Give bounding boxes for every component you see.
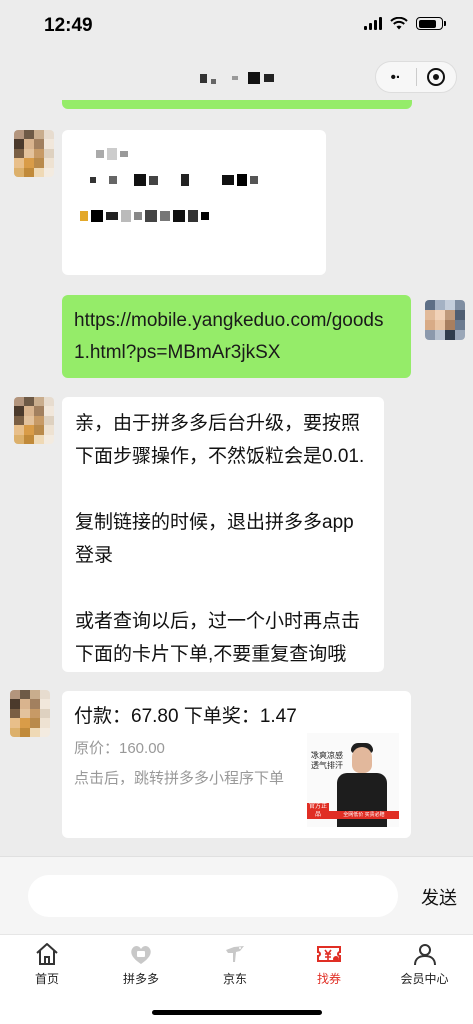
product-card[interactable]: 付款：67.80 下单奖：1.47 原价：160.00 点击后，跳转拼多多小程序… — [62, 691, 411, 838]
avatar[interactable] — [14, 397, 54, 444]
tab-pinduoduo[interactable]: 拼多多 — [94, 941, 188, 987]
close-icon — [427, 68, 446, 86]
tab-home[interactable]: 首页 — [0, 941, 94, 987]
signal-icon — [364, 17, 382, 30]
battery-icon — [416, 17, 446, 30]
card-price: 付款：67.80 下单奖：1.47 — [74, 706, 297, 727]
tab-label: 找券 — [316, 972, 341, 986]
avatar-self[interactable] — [425, 300, 465, 340]
redacted-message-bubble[interactable] — [62, 130, 326, 275]
avatar[interactable] — [10, 690, 50, 737]
coupon-icon — [317, 946, 341, 962]
input-bar: 发送 — [0, 856, 473, 934]
link-message-bubble[interactable]: https://mobile.yangkeduo.com/goods1.html… — [62, 295, 411, 378]
product-tag: 冰爽凉感透气排汗 — [311, 751, 343, 770]
wifi-icon — [390, 17, 408, 30]
tab-label: 拼多多 — [122, 972, 159, 986]
tab-coupon[interactable]: 找券 — [282, 941, 376, 987]
avatar[interactable] — [14, 130, 54, 177]
product-image[interactable]: ▪▪▪ 冰爽凉感透气排汗 官方正品 全网低价 买贵必赔 — [307, 733, 399, 827]
status-icons — [364, 17, 446, 30]
tab-label: 会员中心 — [400, 972, 449, 986]
notice-line-1: 亲，由于拼多多后台升级，要按照下面步骤操作，不然饭粒会是0.01. — [75, 413, 365, 467]
official-badge: 官方正品 — [307, 803, 329, 819]
status-bar: 12:49 — [0, 0, 473, 52]
card-tip: 点击后，跳转拼多多小程序下单 — [74, 770, 285, 787]
notice-line-3: 或者查询以后，过一个小时再点击下面的卡片下单,不要重复查询哦 — [75, 611, 361, 665]
jd-icon — [226, 946, 244, 962]
tab-label: 首页 — [34, 972, 59, 986]
tab-label: 京东 — [222, 972, 247, 986]
notice-message-bubble[interactable]: 亲，由于拼多多后台升级，要按照下面步骤操作，不然饭粒会是0.01. 复制链接的时… — [62, 397, 384, 672]
page-title-redacted — [200, 72, 274, 84]
home-icon — [36, 943, 58, 965]
chat-area[interactable]: https://mobile.yangkeduo.com/goods1.html… — [0, 100, 473, 856]
close-button[interactable] — [416, 68, 456, 86]
more-button[interactable]: •· — [376, 69, 416, 86]
tab-member-center[interactable]: 会员中心 — [376, 941, 473, 987]
pinduoduo-icon — [131, 946, 151, 964]
message-input[interactable] — [28, 875, 398, 917]
user-icon — [413, 944, 436, 966]
price-guarantee-strip: 全网低价 买贵必赔 — [329, 811, 399, 819]
mini-program-capsule: •· — [375, 61, 457, 93]
link-text[interactable]: https://mobile.yangkeduo.com/goods1.html… — [62, 295, 411, 379]
tab-jd[interactable]: 京东 — [188, 941, 282, 987]
home-indicator[interactable] — [152, 1010, 322, 1015]
previous-message-bubble — [62, 100, 412, 109]
nav-bar: •· — [0, 52, 473, 100]
notice-line-2: 复制链接的时候，退出拼多多app登录 — [75, 512, 354, 566]
send-button[interactable]: 发送 — [421, 884, 457, 910]
status-time: 12:49 — [44, 15, 93, 36]
